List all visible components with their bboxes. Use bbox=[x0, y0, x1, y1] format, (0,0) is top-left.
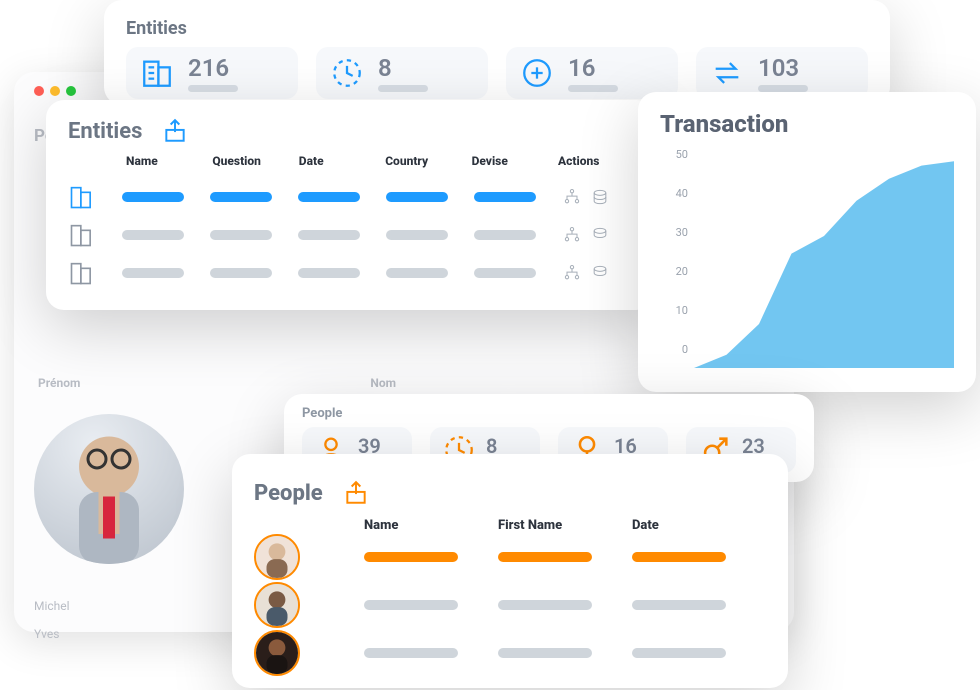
minimize-icon[interactable] bbox=[50, 86, 60, 96]
export-icon[interactable] bbox=[343, 480, 369, 506]
stat-value: 8 bbox=[378, 54, 428, 82]
stat-entities-recent[interactable]: 8 bbox=[316, 47, 488, 99]
column-header-date[interactable]: Date bbox=[299, 154, 385, 168]
transaction-chart: 50 40 30 20 10 0 bbox=[660, 148, 954, 368]
column-header-name[interactable]: Name bbox=[364, 518, 498, 533]
row-actions[interactable] bbox=[562, 263, 632, 283]
close-icon[interactable] bbox=[34, 86, 44, 96]
coins-icon bbox=[590, 187, 610, 207]
stat-entities-total[interactable]: 216 bbox=[126, 47, 298, 99]
maximize-icon[interactable] bbox=[66, 86, 76, 96]
row-actions[interactable] bbox=[562, 187, 632, 207]
column-header-prenom: Prénom bbox=[38, 376, 80, 390]
card-title: People bbox=[254, 481, 323, 506]
hierarchy-icon bbox=[562, 187, 582, 207]
hierarchy-icon bbox=[562, 225, 582, 245]
table-row[interactable] bbox=[254, 533, 766, 581]
table-row[interactable] bbox=[68, 216, 632, 254]
column-header-nom: Nom bbox=[370, 376, 396, 390]
card-title: Entities bbox=[68, 119, 142, 144]
building-icon bbox=[68, 183, 96, 211]
building-icon bbox=[68, 259, 96, 287]
coins-icon bbox=[590, 225, 610, 245]
card-title: People bbox=[302, 406, 796, 421]
column-header-name[interactable]: Name bbox=[126, 154, 212, 168]
column-header-actions: Actions bbox=[558, 154, 628, 168]
swap-icon bbox=[710, 56, 744, 90]
card-title: Transaction bbox=[660, 110, 954, 138]
column-header-question[interactable]: Question bbox=[212, 154, 298, 168]
coins-icon bbox=[590, 263, 610, 283]
table-row[interactable] bbox=[254, 629, 766, 677]
table-row[interactable] bbox=[68, 178, 632, 216]
stat-value: 16 bbox=[568, 54, 618, 82]
column-header-firstname[interactable]: First Name bbox=[498, 518, 632, 533]
stat-entities-new[interactable]: 16 bbox=[506, 47, 678, 99]
export-icon[interactable] bbox=[162, 118, 188, 144]
building-icon bbox=[140, 56, 174, 90]
y-axis-labels: 50 40 30 20 10 0 bbox=[660, 148, 688, 356]
column-header-date[interactable]: Date bbox=[632, 518, 766, 533]
avatar bbox=[254, 534, 300, 580]
row-actions[interactable] bbox=[562, 225, 632, 245]
transaction-card: Transaction 50 40 30 20 10 0 bbox=[638, 92, 976, 392]
table-row[interactable] bbox=[254, 581, 766, 629]
entities-summary-card: Entities 216 8 16 103 bbox=[104, 0, 890, 105]
column-header-devise[interactable]: Devise bbox=[472, 154, 558, 168]
stat-value: 103 bbox=[758, 54, 808, 82]
people-table-card: People Name First Name Date bbox=[232, 454, 788, 688]
stat-value: 216 bbox=[188, 54, 238, 82]
clock-icon bbox=[330, 56, 364, 90]
avatar bbox=[34, 414, 184, 564]
column-header-country[interactable]: Country bbox=[385, 154, 471, 168]
plus-circle-icon bbox=[520, 56, 554, 90]
entities-table-card: Entities Name Question Date Country Devi… bbox=[46, 100, 654, 310]
building-icon bbox=[68, 221, 96, 249]
avatar bbox=[254, 582, 300, 628]
avatar bbox=[254, 630, 300, 676]
area-chart bbox=[694, 148, 954, 368]
card-title: Entities bbox=[126, 18, 868, 39]
hierarchy-icon bbox=[562, 263, 582, 283]
table-row[interactable] bbox=[68, 254, 632, 292]
